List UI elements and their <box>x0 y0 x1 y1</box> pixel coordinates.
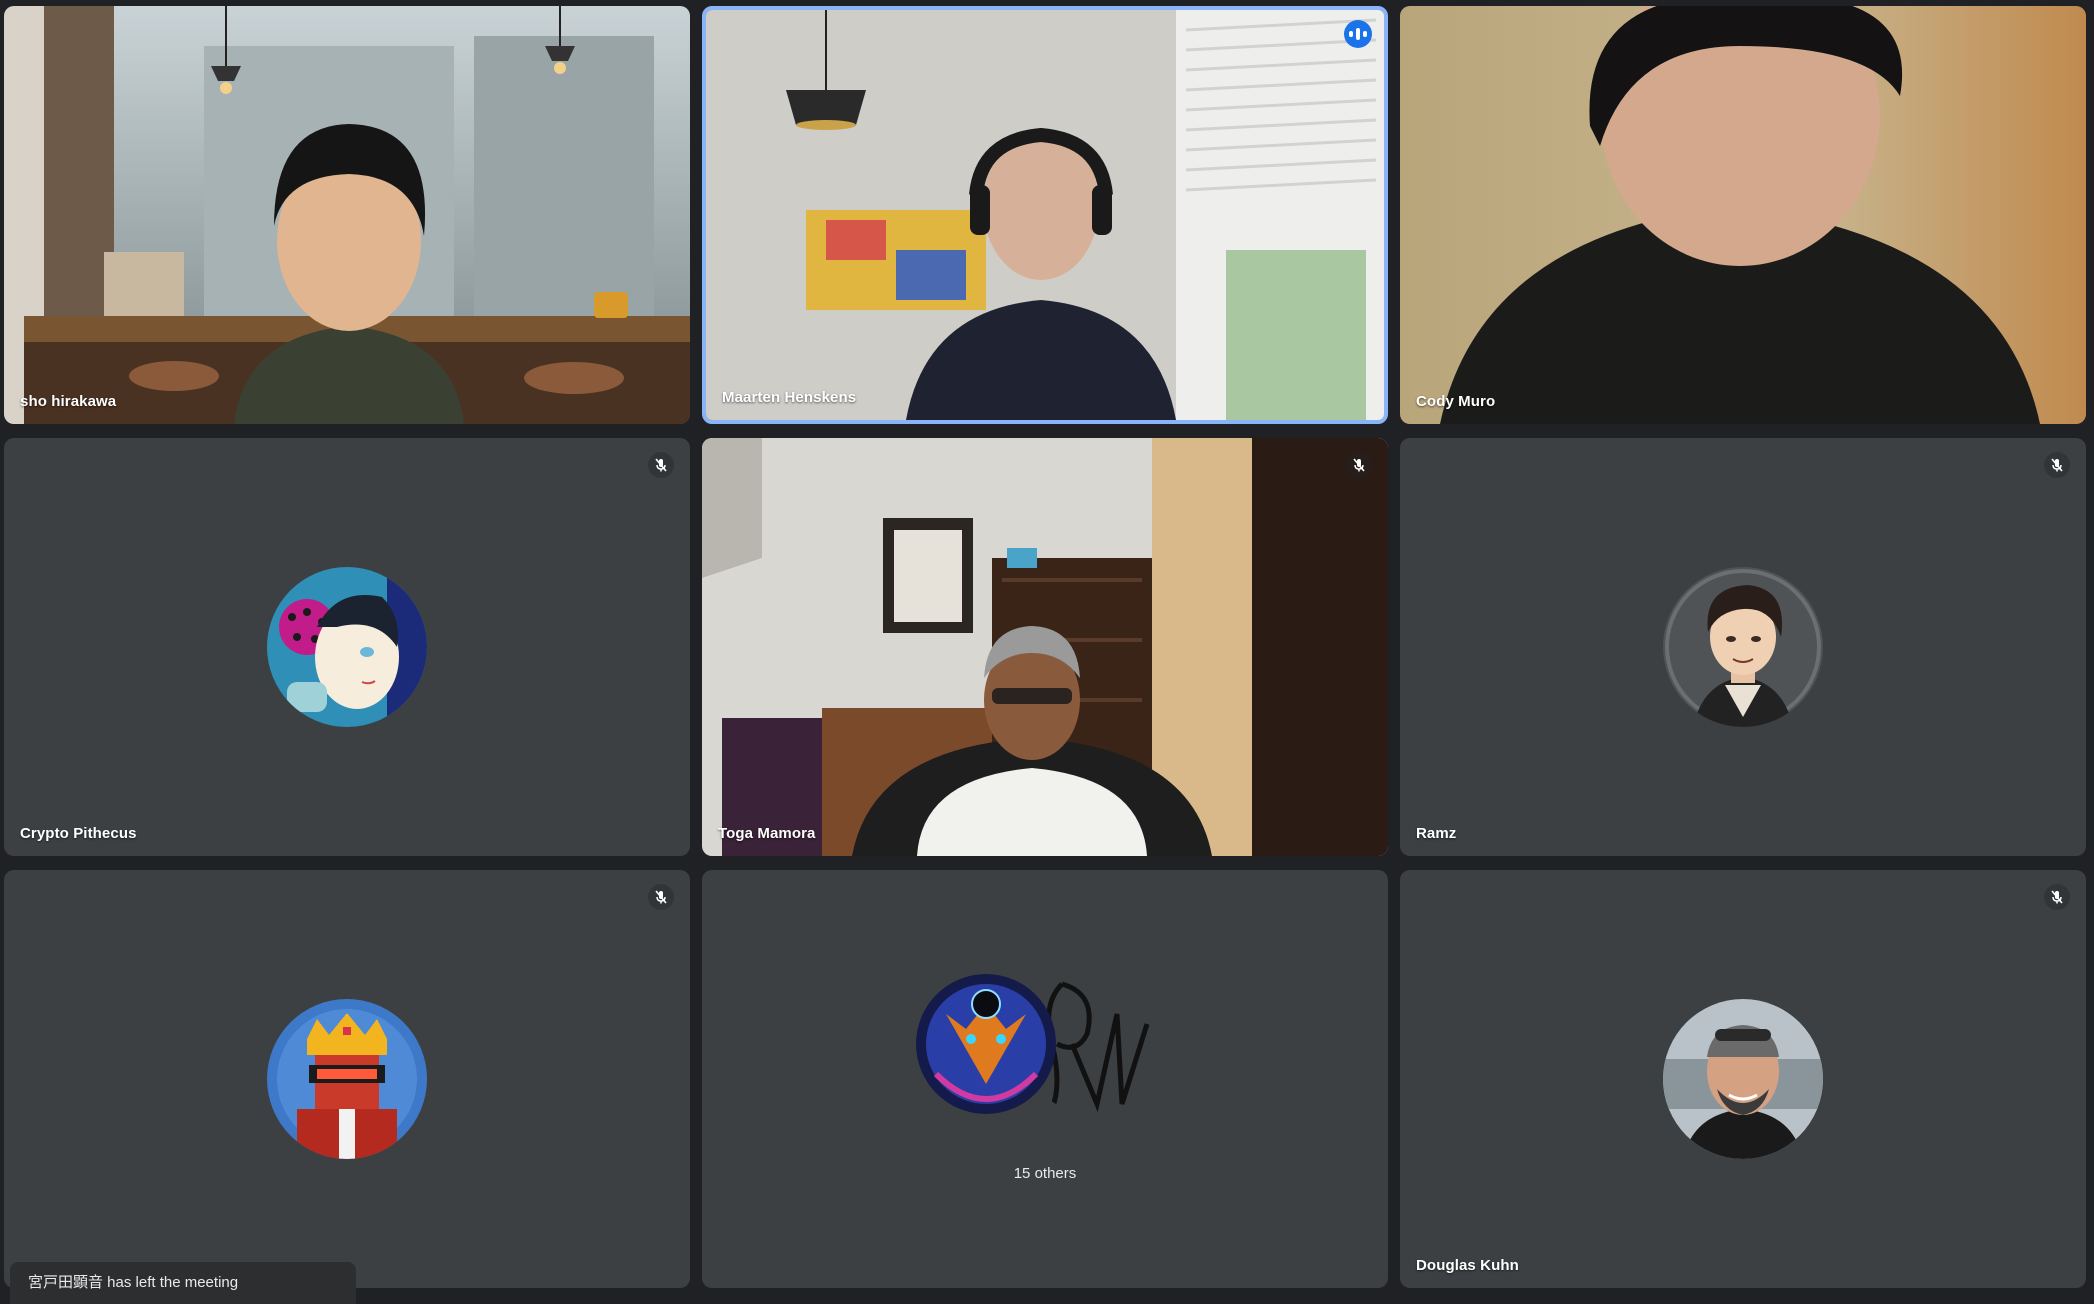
avatar <box>1663 567 1823 727</box>
video-feed <box>4 6 690 424</box>
participant-name: Maarten Henskens <box>722 389 857 406</box>
video-feed <box>706 10 1384 420</box>
participant-tile-maarten-henskens[interactable]: Maarten Henskens <box>702 6 1388 424</box>
avatar <box>267 999 427 1159</box>
participant-tile-cody-muro[interactable]: Cody Muro <box>1400 6 2086 424</box>
mic-off-icon <box>1346 452 1372 478</box>
participant-name: Toga Mamora <box>718 825 816 842</box>
mic-off-icon <box>2044 452 2070 478</box>
notification-text: 宮戸田顕音 has left the meeting <box>28 1274 239 1291</box>
avatar <box>916 974 1056 1114</box>
avatar <box>267 567 427 727</box>
mic-off-icon <box>648 452 674 478</box>
participant-name: sho hirakawa <box>20 393 117 410</box>
mic-off-icon <box>2044 884 2070 910</box>
participant-name: Crypto Pithecus <box>20 825 137 842</box>
others-count: 15 others <box>1013 1165 1077 1182</box>
others-tile[interactable]: 15 others <box>702 870 1388 1288</box>
participant-tile-ramz[interactable]: Ramz <box>1400 438 2086 856</box>
participant-tile-toga-mamora[interactable]: Toga Mamora <box>702 438 1388 856</box>
video-feed <box>702 438 1388 856</box>
participant-tile-crypto-pithecus[interactable]: Crypto Pithecus <box>4 438 690 856</box>
participant-name: Douglas Kuhn <box>1416 1257 1519 1274</box>
mic-off-icon <box>648 884 674 910</box>
participant-name: Ramz <box>1416 825 1457 842</box>
avatar <box>1663 999 1823 1159</box>
others-avatars <box>916 974 1176 1114</box>
video-feed <box>1400 6 2086 424</box>
audio-level-icon <box>1344 20 1372 48</box>
notification-toast: 宮戸田顕音 has left the meeting <box>10 1262 356 1304</box>
participant-tile-pixel-king[interactable] <box>4 870 690 1288</box>
participant-tile-sho-hirakawa[interactable]: sho hirakawa <box>4 6 690 424</box>
participant-name: Cody Muro <box>1416 393 1496 410</box>
participant-tile-douglas-kuhn[interactable]: Douglas Kuhn <box>1400 870 2086 1288</box>
video-grid: sho hirakawa Maarten Henskens Cody Muro … <box>0 0 2094 1304</box>
